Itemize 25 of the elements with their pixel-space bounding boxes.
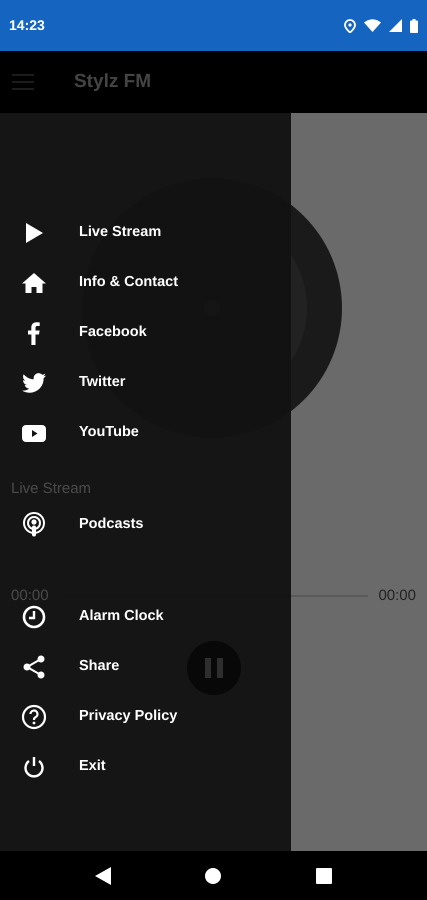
- drawer-item[interactable]: Facebook: [0, 318, 291, 348]
- share-icon: [21, 654, 47, 680]
- home-icon[interactable]: [205, 868, 222, 884]
- question-icon: [21, 704, 47, 730]
- wifi-icon: [364, 19, 381, 32]
- duration-time: 00:00: [378, 586, 416, 606]
- drawer-item[interactable]: Podcasts: [0, 510, 291, 540]
- recents-icon[interactable]: [316, 868, 332, 884]
- drawer-item[interactable]: Twitter: [0, 368, 291, 398]
- podcast-icon: [21, 512, 47, 538]
- drawer-item[interactable]: Alarm Clock: [0, 602, 291, 632]
- battery-icon: [410, 18, 418, 32]
- home-icon: [21, 270, 47, 296]
- location-icon: [344, 18, 356, 32]
- signal-icon: [389, 19, 402, 32]
- clock-icon: [21, 604, 47, 630]
- status-time: 14:23: [9, 16, 45, 35]
- drawer-item[interactable]: Exit: [0, 752, 291, 782]
- drawer-item[interactable]: YouTube: [0, 418, 291, 448]
- drawer-item[interactable]: Info & Contact: [0, 268, 291, 298]
- drawer-item[interactable]: Live Stream: [0, 218, 291, 248]
- app-title: Stylz FM: [74, 70, 152, 94]
- drawer-item[interactable]: Privacy Policy: [0, 702, 291, 732]
- drawer-item[interactable]: Share: [0, 652, 291, 682]
- back-icon[interactable]: [95, 866, 112, 884]
